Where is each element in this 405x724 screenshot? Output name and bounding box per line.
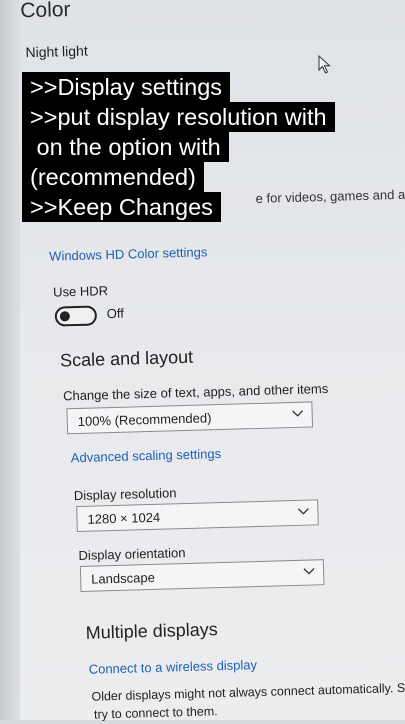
orientation-dropdown-value: Landscape — [90, 569, 156, 587]
multiple-displays-heading: Multiple displays — [85, 619, 218, 643]
use-hdr-label: Use HDR — [52, 283, 109, 300]
caption-line: (recommended) — [22, 162, 204, 192]
text-size-label: Change the size of text, apps, and other… — [62, 380, 329, 404]
connect-wireless-display-link[interactable]: Connect to a wireless display — [89, 657, 258, 677]
older-displays-note: Older displays might not always connect … — [91, 680, 405, 704]
caption-line: >>Keep Changes — [22, 192, 221, 222]
chevron-down-icon — [303, 563, 315, 579]
caption-line: >>Display settings — [22, 72, 231, 102]
chevron-down-icon — [297, 504, 309, 520]
section-title-color: Color — [19, 0, 71, 23]
caption-line: >>put display resolution with — [22, 102, 335, 132]
use-hdr-state: Off — [106, 305, 125, 322]
night-light-label: Night light — [25, 42, 88, 61]
scale-dropdown[interactable]: 100% (Recommended) — [66, 401, 314, 435]
instruction-caption: >>Display settings >>put display resolut… — [22, 72, 335, 222]
settings-window: Color Night light e for videos, games an… — [0, 0, 405, 722]
chevron-down-icon — [291, 406, 304, 422]
windows-hd-color-link[interactable]: Windows HD Color settings — [49, 244, 208, 263]
advanced-scaling-link[interactable]: Advanced scaling settings — [71, 446, 222, 465]
display-orientation-label: Display orientation — [78, 545, 186, 564]
display-resolution-label: Display resolution — [73, 485, 177, 504]
scale-dropdown-value: 100% (Recommended) — [77, 410, 212, 429]
resolution-dropdown-value: 1280 × 1024 — [87, 509, 161, 527]
toggle-knob — [59, 311, 70, 322]
older-displays-note-continued: try to connect to them. — [93, 704, 218, 722]
display-resolution-dropdown[interactable]: 1280 × 1024 — [76, 499, 319, 533]
display-orientation-dropdown[interactable]: Landscape — [79, 559, 325, 592]
use-hdr-toggle[interactable] — [54, 305, 98, 327]
caption-line: on the option with — [22, 132, 229, 162]
scale-and-layout-heading: Scale and layout — [59, 346, 194, 371]
